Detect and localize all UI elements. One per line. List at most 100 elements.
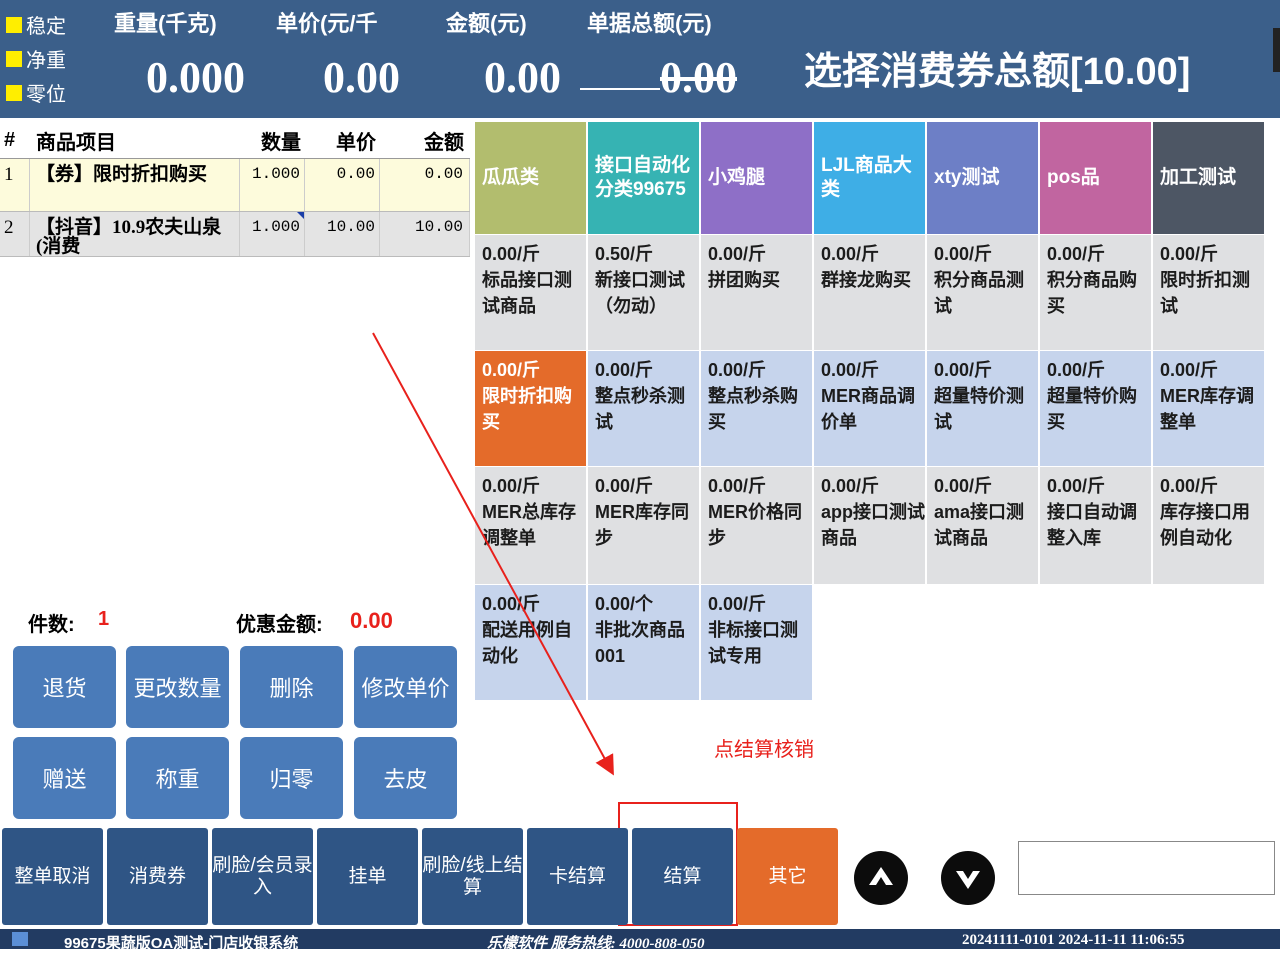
product-tile[interactable]: 0.00/斤 整点秒杀测试: [588, 351, 700, 467]
product-name: app接口测试商品: [821, 502, 926, 548]
category-tile[interactable]: 瓜瓜类: [475, 122, 587, 235]
change-qty-button[interactable]: 更改数量: [126, 646, 229, 728]
product-tile[interactable]: 0.00/斤 ama接口测试商品: [927, 467, 1039, 585]
product-tile[interactable]: 0.00/斤 配送用例自动化: [475, 585, 587, 701]
col-qty: 数量: [261, 131, 301, 154]
annotation-text: 点结算核销: [714, 739, 814, 761]
net-weight-indicator: 净重: [6, 44, 66, 73]
product-price: 0.00/斤: [482, 244, 541, 264]
product-name: ama接口测试商品: [934, 502, 1025, 548]
delete-button[interactable]: 删除: [240, 646, 343, 728]
product-tile[interactable]: 0.00/斤 拼团购买: [701, 235, 813, 351]
change-price-button[interactable]: 修改单价: [354, 646, 457, 728]
category-label: LJL商品大类: [821, 155, 912, 200]
product-tile[interactable]: 0.00/斤 积分商品测试: [927, 235, 1039, 351]
product-price: 0.00/斤: [708, 360, 767, 380]
product-name: MER库存调整单: [1160, 386, 1254, 432]
product-tile[interactable]: 0.00/斤标品接口测试商品: [475, 235, 587, 351]
product-tile[interactable]: 0.00/斤非标接口测试专用: [701, 585, 813, 701]
online-checkout-button[interactable]: 刷脸/线上结算: [422, 828, 523, 925]
voucher-total-title: 选择消费券总额[10.00]: [804, 51, 1191, 93]
product-price: 0.00/斤: [482, 594, 541, 614]
cart-row-name: 【券】限时折扣购买: [30, 159, 240, 211]
scroll-down-button[interactable]: [941, 851, 995, 905]
product-tile[interactable]: 0.00/斤 MER库存调整单: [1153, 351, 1265, 467]
product-tile[interactable]: 0.00/斤 超量特价测试: [927, 351, 1039, 467]
app-icon: [12, 932, 28, 946]
voucher-button[interactable]: 消费券: [107, 828, 208, 925]
gift-button[interactable]: 赠送: [13, 737, 116, 819]
product-tile[interactable]: 0.00/斤 接口自动调整入库: [1040, 467, 1152, 585]
cart-row-name: 【抖音】10.9农夫山泉(消费: [30, 212, 240, 256]
category-label: xty测试: [934, 167, 1000, 188]
cart-table: # 商品项目 数量 单价 金额 1 【券】限时折扣购买 1.000 0.00 0…: [0, 122, 470, 257]
product-name: 标品接口测试商品: [482, 270, 572, 316]
product-tile[interactable]: 0.00/斤 MER总库存调整单: [475, 467, 587, 585]
service-hotline: 乐檬软件 服务热线: 4000-808-050: [487, 936, 705, 952]
stable-indicator: 稳定: [6, 10, 66, 39]
arrow-down-icon: [956, 871, 980, 889]
product-tile[interactable]: 0.00/斤 库存接口用例自动化: [1153, 467, 1265, 585]
product-price: 0.00/斤: [708, 594, 767, 614]
product-tile[interactable]: 0.00/斤 MER商品调价单: [814, 351, 926, 467]
product-name: MER库存同步: [595, 502, 689, 548]
product-name: 超量特价测试: [934, 386, 1024, 432]
product-tile[interactable]: 0.00/斤 MER价格同步: [701, 467, 813, 585]
total-underline: [580, 88, 660, 90]
product-tile[interactable]: 0.50/斤 新接口测试（勿动）: [588, 235, 700, 351]
product-tile[interactable]: 0.00/斤 MER库存同步: [588, 467, 700, 585]
product-tile[interactable]: 0.00/个非批次商品001: [588, 585, 700, 701]
return-button[interactable]: 退货: [13, 646, 116, 728]
product-price: 0.00/斤: [1047, 360, 1106, 380]
unit-price-value: 0.00: [323, 53, 400, 102]
cart-row-price: 0.00: [305, 159, 380, 211]
product-tile[interactable]: 0.00/斤 限时折扣测试: [1153, 235, 1265, 351]
zero-button[interactable]: 归零: [240, 737, 343, 819]
store-name: 99675果蔬版OA测试-门店收银系统: [64, 935, 299, 952]
cart-row-index: 2: [0, 212, 30, 256]
other-button[interactable]: 其它: [737, 828, 838, 925]
product-price: 0.00/斤: [821, 476, 880, 496]
category-tile[interactable]: 加工测试: [1153, 122, 1265, 235]
category-tile[interactable]: pos品: [1040, 122, 1152, 235]
product-name: 非批次商品001: [595, 620, 685, 666]
product-name: 非标接口测试专用: [708, 620, 798, 666]
product-tile[interactable]: 0.00/斤 积分商品购买: [1040, 235, 1152, 351]
amount-value: 0.00: [484, 53, 561, 102]
product-tile[interactable]: 0.00/斤 超量特价购买: [1040, 351, 1152, 467]
col-price: 单价: [336, 131, 376, 154]
scale-header: 稳定 净重 零位 重量(千克) 单价(元/千 金额(元) 单据总额(元) 0.0…: [0, 0, 1280, 118]
checkout-button[interactable]: 结算: [632, 828, 733, 925]
cart-row[interactable]: 2 【抖音】10.9农夫山泉(消费 1.000 10.00 10.00: [0, 212, 470, 257]
product-name: MER商品调价单: [821, 386, 915, 432]
category-tile[interactable]: xty测试: [927, 122, 1039, 235]
product-price: 0.00/斤: [934, 244, 993, 264]
product-price: 0.00/斤: [1160, 476, 1219, 496]
zero-indicator: 零位: [6, 78, 66, 107]
product-price: 0.00/个: [595, 594, 654, 614]
category-tile[interactable]: LJL商品大类: [814, 122, 926, 235]
product-price: 0.00/斤: [821, 360, 880, 380]
product-price: 0.00/斤: [708, 476, 767, 496]
product-price: 0.00/斤: [1047, 476, 1106, 496]
product-tile-selected[interactable]: 0.00/斤 限时折扣购买: [475, 351, 587, 467]
member-entry-button[interactable]: 刷脸/会员录入: [212, 828, 313, 925]
card-checkout-button[interactable]: 卡结算: [527, 828, 628, 925]
weigh-button[interactable]: 称重: [126, 737, 229, 819]
barcode-input[interactable]: [1018, 841, 1275, 895]
product-tile[interactable]: 0.00/斤 整点秒杀购买: [701, 351, 813, 467]
category-tile[interactable]: 小鸡腿: [701, 122, 813, 235]
hold-order-button[interactable]: 挂单: [317, 828, 418, 925]
category-label: 接口自动化分类99675: [595, 155, 691, 200]
product-name: 群接龙购买: [821, 270, 911, 290]
category-label: 小鸡腿: [708, 167, 766, 188]
scroll-up-button[interactable]: [854, 851, 908, 905]
product-tile[interactable]: 0.00/斤 app接口测试商品: [814, 467, 926, 585]
cart-row[interactable]: 1 【券】限时折扣购买 1.000 0.00 0.00: [0, 159, 470, 212]
category-tile[interactable]: 接口自动化分类99675: [588, 122, 700, 235]
tare-button[interactable]: 去皮: [354, 737, 457, 819]
weight-label: 重量(千克): [114, 11, 217, 36]
cancel-order-button[interactable]: 整单取消: [2, 828, 103, 925]
cart-row-price: 10.00: [305, 212, 380, 256]
product-tile[interactable]: 0.00/斤 群接龙购买: [814, 235, 926, 351]
